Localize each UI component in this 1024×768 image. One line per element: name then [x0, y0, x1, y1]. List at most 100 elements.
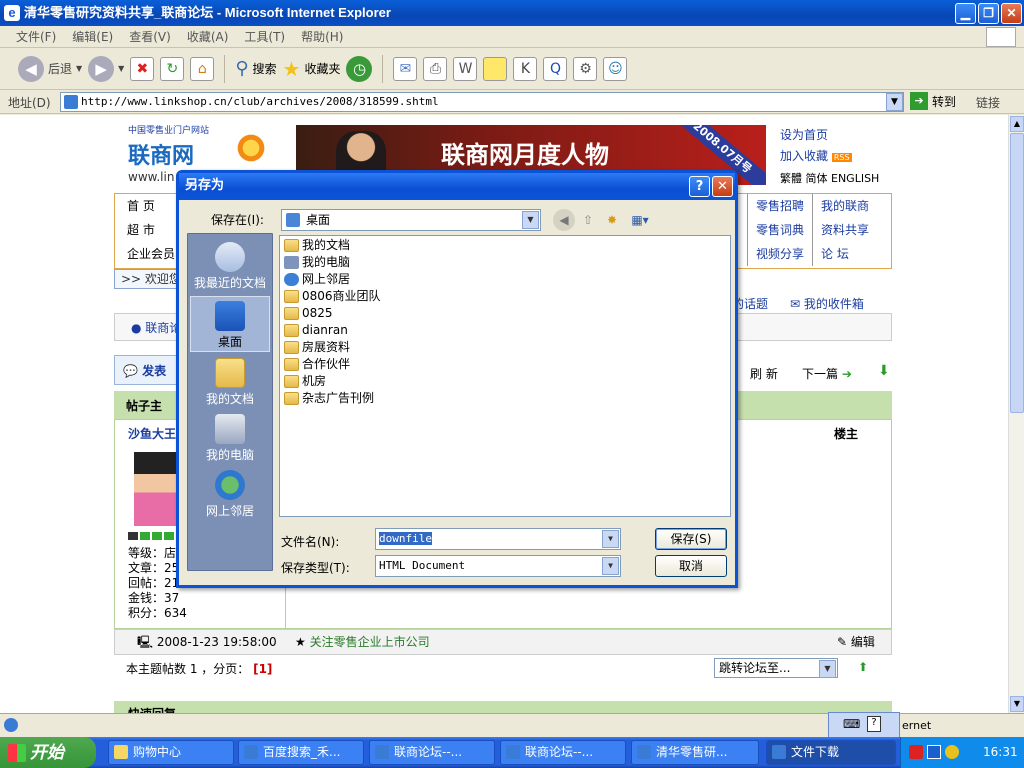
refresh-icon[interactable]: ↻	[160, 56, 185, 81]
home-icon[interactable]: ⌂	[190, 56, 215, 81]
note-icon[interactable]	[483, 56, 508, 81]
back-button[interactable]: ◀ 后退 ▼	[18, 55, 82, 82]
k-icon[interactable]: K	[513, 56, 538, 81]
task-file-download[interactable]: 文件下载	[766, 740, 896, 765]
nav-supermarket[interactable]: 超 市	[127, 218, 155, 242]
menu-tools[interactable]: 工具(T)	[244, 28, 285, 45]
edit-word-icon[interactable]: W	[453, 56, 478, 81]
task-linkshop-1[interactable]: 联商论坛--...	[369, 740, 495, 765]
close-button[interactable]: ✕	[1001, 3, 1022, 24]
task-linkshop-2[interactable]: 联商论坛--...	[500, 740, 626, 765]
file-item[interactable]: 合作伙伴	[284, 356, 350, 373]
nav-dictionary[interactable]: 零售词典	[747, 218, 812, 242]
menu-favorites[interactable]: 收藏(A)	[187, 28, 229, 45]
up-arrow-icon[interactable]: ⬆	[858, 660, 868, 674]
language-links[interactable]: 繁體 简体 ENGLISH	[780, 168, 879, 189]
edit-link[interactable]: ✎ 编辑	[837, 630, 875, 654]
nav-forum[interactable]: 论 坛	[812, 242, 857, 266]
mail-icon[interactable]: ✉	[393, 56, 418, 81]
scroll-down-icon[interactable]: ▼	[1010, 696, 1024, 712]
file-item[interactable]: 杂志广告刊例	[284, 390, 374, 407]
menu-file[interactable]: 文件(F)	[16, 28, 56, 45]
language-bar[interactable]: ⌨ ?	[828, 712, 900, 738]
shield-icon[interactable]	[945, 745, 959, 759]
down-arrow-icon[interactable]: ⬇	[878, 363, 890, 379]
print-icon[interactable]: ⎙	[423, 56, 448, 81]
post-button[interactable]: 💬 发表	[114, 355, 184, 385]
place-desktop[interactable]: 桌面	[190, 296, 270, 352]
folder-icon	[284, 290, 299, 303]
file-item[interactable]: 0806商业团队	[284, 288, 381, 305]
filetype-select[interactable]: HTML Document ▼	[375, 555, 621, 577]
file-item[interactable]: 我的文档	[284, 237, 350, 254]
antivirus-icon[interactable]	[909, 745, 923, 759]
file-item[interactable]: dianran	[284, 322, 348, 339]
window-title-bar[interactable]: e 清华零售研究资料共享_联商论坛 - Microsoft Internet E…	[0, 0, 1024, 26]
inbox-link[interactable]: ✉ 我的收件箱	[790, 295, 864, 312]
network-icon[interactable]	[927, 745, 941, 759]
view-menu-icon[interactable]: ▦▾	[627, 209, 653, 231]
filename-input[interactable]: downfile ▼	[375, 528, 621, 550]
file-item[interactable]: 机房	[284, 373, 326, 390]
nav-jobs[interactable]: 零售招聘	[747, 194, 812, 218]
stat-money: 金钱：37	[128, 591, 180, 605]
links-button[interactable]: 链接	[976, 94, 1000, 111]
nav-members[interactable]: 企业会员	[127, 242, 175, 266]
page-number[interactable]: [1]	[253, 662, 272, 676]
place-my-documents[interactable]: 我的文档	[190, 354, 270, 410]
file-list[interactable]: 我的文档 我的电脑 网上邻居 0806商业团队 0825 dianran 房展资…	[279, 235, 731, 517]
file-item[interactable]: 网上邻居	[284, 271, 350, 288]
new-folder-icon[interactable]: ✸	[601, 209, 623, 231]
forward-button[interactable]: ▶ ▼	[88, 55, 124, 82]
history-icon[interactable]: ◷	[346, 55, 373, 82]
favorites-button[interactable]: ★ 收藏夹	[283, 57, 341, 81]
system-tray: 16:31	[900, 737, 1024, 768]
file-item[interactable]: 房展资料	[284, 339, 350, 356]
place-my-computer[interactable]: 我的电脑	[190, 410, 270, 466]
back-icon[interactable]: ◀	[553, 209, 575, 231]
research-icon[interactable]: ⚙	[573, 56, 598, 81]
start-button[interactable]: 开始	[0, 737, 96, 768]
up-folder-icon[interactable]: ⇧	[577, 209, 599, 231]
add-favorite-link[interactable]: 加入收藏 RSS	[780, 146, 879, 168]
dialog-help-button[interactable]: ?	[689, 176, 710, 197]
minimize-button[interactable]: ▁	[955, 3, 976, 24]
address-dropdown-icon[interactable]: ▼	[886, 93, 903, 111]
nav-videos[interactable]: 视频分享	[747, 242, 812, 266]
nav-my-linkshop[interactable]: 我的联商	[812, 194, 877, 218]
address-input[interactable]: http://www.linkshop.cn/club/archives/200…	[60, 92, 904, 112]
maximize-button[interactable]: ❐	[978, 3, 999, 24]
task-shopping[interactable]: 购物中心	[108, 740, 234, 765]
dialog-title-bar[interactable]: 另存为 ? ✕	[179, 173, 735, 200]
nav-resources[interactable]: 资料共享	[812, 218, 877, 242]
forum-tab[interactable]: ● 联商论	[131, 319, 181, 336]
q-icon[interactable]: Q	[543, 56, 568, 81]
set-home-link[interactable]: 设为首页	[780, 125, 879, 146]
file-item[interactable]: 我的电脑	[284, 254, 350, 271]
menu-help[interactable]: 帮助(H)	[301, 28, 343, 45]
search-button[interactable]: ⚲ 搜索	[235, 58, 276, 79]
save-button[interactable]: 保存(S)	[655, 528, 727, 550]
place-recent[interactable]: 我最近的文档	[190, 238, 270, 294]
forum-jump-select[interactable]: 跳转论坛至... ▼	[714, 658, 838, 678]
dialog-close-button[interactable]: ✕	[712, 176, 733, 197]
stop-icon[interactable]: ✖	[130, 56, 155, 81]
vertical-scrollbar[interactable]: ▲ ▼	[1008, 115, 1024, 713]
save-in-label: 保存在(I):	[211, 213, 264, 227]
save-in-select[interactable]: 桌面 ▼	[281, 209, 541, 231]
scroll-up-icon[interactable]: ▲	[1010, 116, 1024, 132]
scroll-thumb[interactable]	[1010, 133, 1024, 413]
place-network[interactable]: 网上邻居	[190, 466, 270, 522]
menu-edit[interactable]: 编辑(E)	[72, 28, 113, 45]
follow-link[interactable]: ★ 关注零售企业上市公司	[295, 630, 430, 654]
nav-home[interactable]: 首 页	[127, 194, 155, 218]
task-baidu[interactable]: 百度搜索_禾...	[238, 740, 364, 765]
go-button[interactable]: ➔ 转到	[910, 92, 956, 110]
refresh-link[interactable]: 刷 新	[750, 365, 778, 382]
next-link[interactable]: 下一篇 ➔	[802, 365, 852, 382]
menu-view[interactable]: 查看(V)	[129, 28, 171, 45]
task-tsinghua[interactable]: 清华零售研...	[631, 740, 759, 765]
messenger-icon[interactable]: ☺	[603, 56, 628, 81]
file-item[interactable]: 0825	[284, 305, 333, 322]
cancel-button[interactable]: 取消	[655, 555, 727, 577]
